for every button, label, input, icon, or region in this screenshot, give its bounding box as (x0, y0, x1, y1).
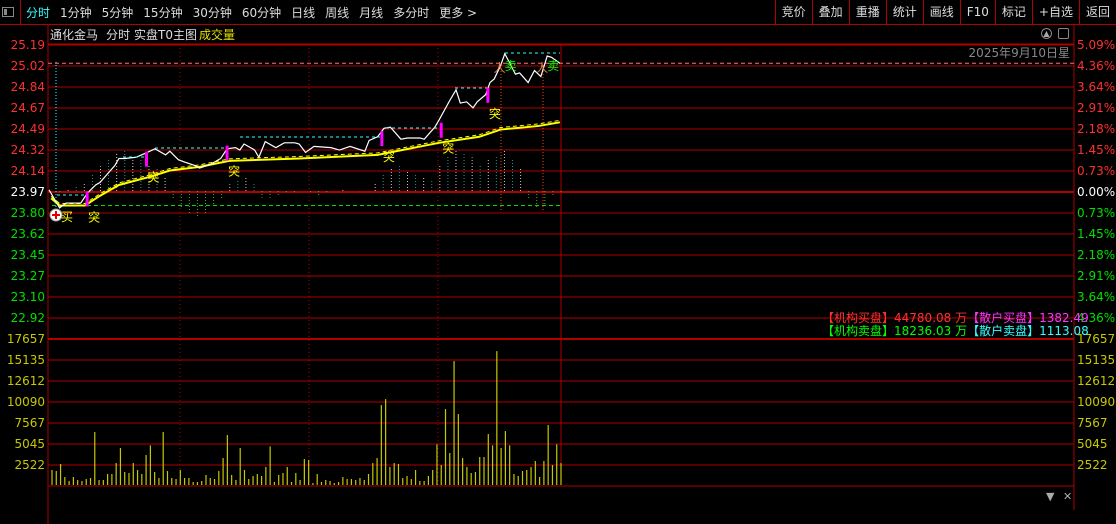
percent-tick-label: 4.36% (1077, 59, 1116, 73)
sell-signal-label: 卖 (547, 59, 559, 73)
volume-tick-label: 2522 (1077, 458, 1108, 472)
price-tick-label: 24.32 (10, 143, 45, 157)
volume-tick-label: 10090 (1077, 395, 1116, 409)
intraday-chart: 突突 突突突突买人卖 人卖 (47, 25, 1075, 524)
volume-tick-label: 5045 (1077, 437, 1108, 451)
percent-tick-label: 2.91% (1077, 101, 1116, 115)
price-tick-label: 25.02 (10, 59, 45, 73)
break-marker (85, 191, 89, 207)
volume-tick-label: 12612 (6, 374, 45, 388)
price-tick-label: 22.92 (10, 311, 45, 325)
break-marker (486, 87, 490, 103)
volume-tick-label: 7567 (1077, 416, 1108, 430)
break-signal-label: 突 (489, 106, 501, 121)
price-tick-label: 24.49 (10, 122, 45, 136)
inst-sell-value: 18236.03 万 (894, 324, 968, 338)
percent-tick-label: 0.73% (1077, 206, 1116, 220)
retail-sell-value: 1113.08 (1039, 324, 1089, 338)
sell-signal-label: 卖 (505, 59, 517, 73)
inst-sell-label: 【机构卖盘】 (822, 324, 895, 338)
break-signal-label: 突 (383, 149, 395, 164)
chart-date: 2025年9月10日星 (968, 46, 1070, 60)
price-tick-label: 23.80 (10, 206, 45, 220)
break-marker (439, 122, 443, 138)
price-tick-label: 25.19 (10, 38, 45, 52)
percent-tick-label: 0.73% (1077, 164, 1116, 178)
percent-tick-label: 2.18% (1077, 248, 1116, 262)
volume-tick-label: 7567 (14, 416, 45, 430)
price-tick-label: 24.14 (10, 164, 45, 178)
price-tick-label: 23.45 (10, 248, 45, 262)
retail-buy-value: 1382.49 (1039, 311, 1089, 325)
dropdown-icon[interactable]: ▼ (1046, 490, 1054, 503)
price-tick-label: 23.62 (10, 227, 45, 241)
break-marker (225, 145, 229, 161)
order-flow-legend: 【机构买盘】44780.08 万【散户买盘】1382.49 【机构卖盘】1823… (822, 312, 1089, 338)
percent-tick-label: 0.00% (1077, 185, 1116, 199)
break-signal-label: 突 (148, 170, 160, 185)
volume-tick-label: 10090 (6, 395, 45, 409)
break-marker (380, 131, 384, 147)
price-tick-label: 24.67 (10, 101, 45, 115)
break-marker (145, 151, 149, 167)
volume-tick-label: 5045 (14, 437, 45, 451)
price-tick-label: 24.84 (10, 80, 45, 94)
price-tick-label: 23.97 (10, 185, 45, 199)
break-signal-label: 突 (228, 164, 240, 179)
break-signal-label: 突 (88, 209, 100, 224)
price-tick-label: 23.27 (10, 269, 45, 283)
percent-tick-label: 3.64% (1077, 290, 1116, 304)
volume-tick-label: 15135 (1077, 353, 1116, 367)
volume-tick-label: 17657 (6, 332, 45, 346)
break-signal-label: 突 (442, 141, 454, 156)
volume-tick-label: 12612 (1077, 374, 1116, 388)
volume-tick-label: 2522 (14, 458, 45, 472)
price-tick-label: 23.10 (10, 290, 45, 304)
retail-sell-label: 【散户卖盘】 (967, 324, 1040, 338)
inst-buy-value: 44780.08 万 (894, 311, 968, 325)
retail-buy-label: 【散户买盘】 (967, 311, 1040, 325)
price-line (48, 52, 561, 209)
percent-tick-label: 1.45% (1077, 227, 1116, 241)
percent-tick-label: 5.09% (1077, 38, 1116, 52)
volume-tick-label: 15135 (6, 353, 45, 367)
percent-tick-label: 1.45% (1077, 143, 1116, 157)
close-icon[interactable]: ✕ (1063, 490, 1072, 503)
percent-tick-label: 3.64% (1077, 80, 1116, 94)
buy-signal-label: 买 (61, 210, 73, 224)
percent-tick-label: 2.18% (1077, 122, 1116, 136)
avg-price-dash (50, 119, 561, 204)
inst-buy-label: 【机构买盘】 (822, 311, 895, 325)
percent-tick-label: 2.91% (1077, 269, 1116, 283)
